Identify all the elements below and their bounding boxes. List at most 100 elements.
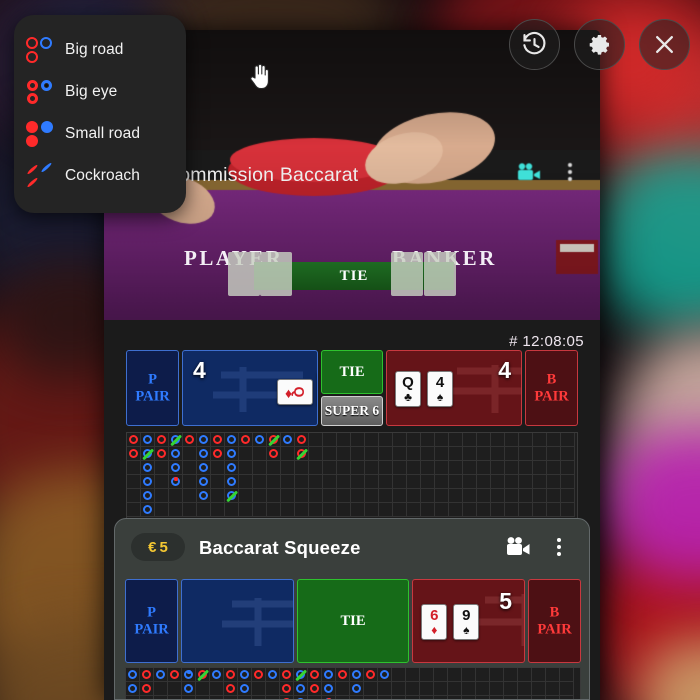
roadmap-cell: [183, 503, 197, 517]
roadmap-mark-player: [142, 476, 152, 486]
table2-player-pair-zone[interactable]: P PAIR: [125, 579, 178, 663]
table1-banker-pair-zone[interactable]: B PAIR: [525, 350, 578, 426]
roadmap-mark-banker: [128, 448, 138, 458]
felt-card: [228, 252, 260, 296]
roadmap-cell: [547, 489, 561, 503]
road-menu-item-big-road[interactable]: Big road: [14, 29, 186, 71]
roadmap-cell: [252, 696, 266, 699]
roadmap-cell: [491, 475, 505, 489]
roadmap-cell: [560, 696, 574, 699]
roadmap-cell: [351, 447, 365, 461]
roadmap-mark-player: [323, 683, 333, 693]
roadmap-cell: [518, 668, 532, 682]
roadmap-cell: [295, 461, 309, 475]
roadmap-cell: [561, 447, 575, 461]
bpair-line1: B: [549, 604, 560, 621]
table2-banker-pair-zone[interactable]: B PAIR: [528, 579, 582, 663]
roadmap-cell: [169, 489, 183, 503]
roadmap-cell: [365, 489, 379, 503]
roadmap-mark-player: [198, 448, 208, 458]
roadmap-cell: [505, 475, 519, 489]
roadmap-mark-player: [170, 462, 180, 472]
roadmap-cell: [337, 475, 351, 489]
settings-button[interactable]: [574, 19, 625, 70]
road-menu-item-cockroach[interactable]: Cockroach: [14, 155, 186, 197]
table1-super6-zone[interactable]: SUPER 6: [321, 396, 383, 426]
roadmap-mark-player: [323, 669, 333, 679]
roadmap-mark-banker: [296, 434, 306, 444]
roadmap-cell: [267, 489, 281, 503]
table2-bet-strip: P PAIR TIE 6 ♦ 9 ♠ 5 B PAIR: [125, 579, 582, 663]
table2-min-bet-badge: € 5: [131, 533, 185, 561]
roadmap-mark-banker: [240, 434, 250, 444]
table1-video-icon[interactable]: [516, 163, 542, 186]
table2-menu-icon[interactable]: [557, 535, 561, 559]
roadmap-cell: [253, 489, 267, 503]
roadmap-cell: [505, 447, 519, 461]
roadmap-cell: [351, 489, 365, 503]
table2-banker-card-2: 9 ♠: [453, 604, 480, 640]
roadmap-cell: [477, 461, 491, 475]
roadmap-cell: [449, 475, 463, 489]
table1-player-pair-zone[interactable]: P PAIR: [126, 350, 179, 426]
table1-tie-zone[interactable]: TIE: [321, 350, 383, 394]
roadmap-mark-player: [198, 434, 208, 444]
roadmap-cell: [309, 475, 323, 489]
roadmap-cell: [547, 447, 561, 461]
roadmap-mark-player: [198, 476, 208, 486]
roadmap-cell: [547, 433, 561, 447]
table2-player-zone[interactable]: [181, 579, 294, 663]
table2-video-icon[interactable]: [505, 537, 531, 561]
small-road-icon: [26, 120, 54, 148]
roadmap-cell: [211, 475, 225, 489]
history-clock-icon: [523, 31, 546, 55]
roadmap-cell: [435, 489, 449, 503]
roadmap-cell: [239, 461, 253, 475]
table1-banker-zone[interactable]: Q ♣ 4 ♠ 4: [386, 350, 522, 426]
roadmap-cell: [406, 696, 420, 699]
roadmap-cell: [420, 668, 434, 682]
table2-big-road[interactable]: [125, 667, 581, 699]
roadmap-cell: [449, 433, 463, 447]
roadmap-cell: [267, 461, 281, 475]
roadmap-cell: [155, 475, 169, 489]
roadmap-mark-player: [198, 462, 208, 472]
table2-tie-zone[interactable]: TIE: [296, 579, 410, 663]
table2-title: Baccarat Squeeze: [199, 537, 361, 558]
roadmap-cell: [211, 503, 225, 517]
roadmap-cell: [491, 503, 505, 517]
roadmap-cell: [308, 696, 322, 699]
roadmap-cell: [421, 447, 435, 461]
table1-player-score: 4: [193, 357, 206, 383]
roadmap-cell: [477, 503, 491, 517]
roadmap-cell: [337, 461, 351, 475]
roadmap-cell: [546, 696, 560, 699]
road-menu-item-big-eye[interactable]: Big eye: [14, 71, 186, 113]
history-button[interactable]: [509, 19, 560, 70]
roadmap-cell: [476, 682, 490, 696]
roadmap-cell: [477, 433, 491, 447]
table1-player-zone[interactable]: 4 ♦Q 4♣ Q♣: [182, 350, 318, 426]
roadmap-cell: [379, 503, 393, 517]
bpair-line2: PAIR: [537, 621, 572, 637]
road-menu-item-small-road[interactable]: Small road: [14, 113, 186, 155]
roadmap-cell: [561, 461, 575, 475]
roadmap-cell: [463, 461, 477, 475]
roadmap-mark-player: [155, 669, 165, 679]
roadmap-cell: [435, 475, 449, 489]
roadmap-cell: [336, 696, 350, 699]
roadmap-cell: [168, 682, 182, 696]
table1-big-road[interactable]: [126, 432, 578, 520]
table1-menu-icon[interactable]: [568, 160, 572, 184]
roadmap-cell: [337, 503, 351, 517]
road-type-dropdown[interactable]: Big road Big eye Small road Cockroach: [14, 15, 186, 213]
roadmap-cell: [519, 461, 533, 475]
close-button[interactable]: [639, 19, 690, 70]
roadmap-cell: [182, 696, 196, 699]
table2-card[interactable]: € 5 Baccarat Squeeze P PAIR TIE 6 ♦ 9 ♠ …: [114, 518, 590, 700]
table2-banker-zone[interactable]: 6 ♦ 9 ♠ 5: [412, 579, 526, 663]
roadmap-cell: [281, 475, 295, 489]
roadmap-cell: [323, 489, 337, 503]
table1-bet-strip: P PAIR 4 ♦Q 4♣ Q♣ TIE SUPER 6: [126, 350, 578, 426]
roadmap-cell: [421, 489, 435, 503]
